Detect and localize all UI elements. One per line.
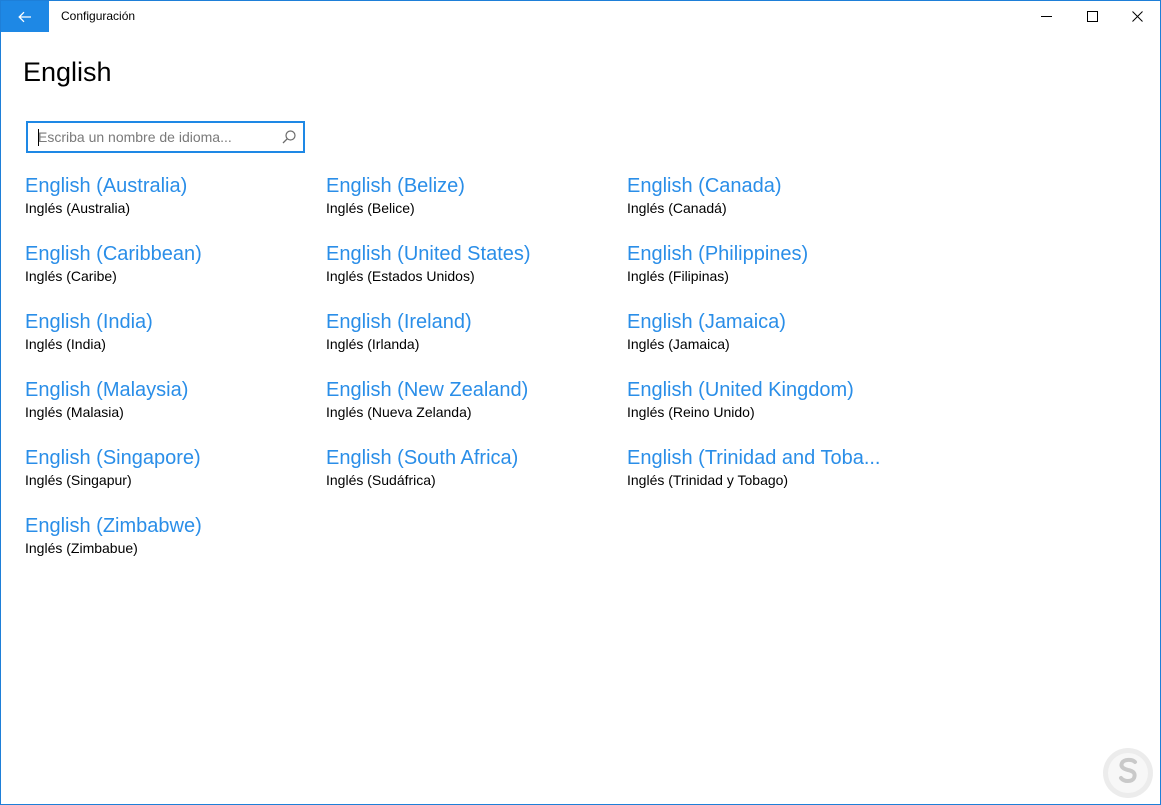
- language-name[interactable]: English (United Kingdom): [627, 377, 917, 403]
- language-name[interactable]: English (New Zealand): [326, 377, 616, 403]
- language-native-name: Inglés (Estados Unidos): [326, 268, 475, 284]
- language-item[interactable]: English (Caribbean) Inglés (Caribe): [25, 241, 315, 309]
- language-name[interactable]: English (United States): [326, 241, 616, 267]
- language-native-name: Inglés (Sudáfrica): [326, 472, 436, 488]
- language-native-name: Inglés (Trinidad y Tobago): [627, 472, 789, 488]
- language-name[interactable]: English (Philippines): [627, 241, 917, 267]
- language-item[interactable]: English (Malaysia) Inglés (Malasia): [25, 377, 315, 445]
- title-bar: Configuración: [1, 1, 1160, 32]
- minimize-button[interactable]: [1023, 1, 1069, 32]
- language-search-input[interactable]: [28, 123, 278, 151]
- language-native-name: Inglés (Singapur): [25, 472, 132, 488]
- page-title: English: [23, 57, 112, 87]
- language-name[interactable]: English (Australia): [25, 173, 315, 199]
- language-name[interactable]: English (India): [25, 309, 315, 335]
- language-native-name: Inglés (Zimbabue): [25, 540, 138, 556]
- close-button[interactable]: [1114, 1, 1160, 32]
- language-item[interactable]: English (New Zealand) Inglés (Nueva Zela…: [326, 377, 616, 445]
- search-icon[interactable]: [281, 129, 297, 145]
- language-native-name: Inglés (Malasia): [25, 404, 124, 420]
- language-item[interactable]: English (India) Inglés (India): [25, 309, 315, 377]
- settings-window: Configuración English English (Australi: [0, 0, 1161, 805]
- language-native-name: Inglés (Filipinas): [627, 268, 729, 284]
- language-native-name: Inglés (Belice): [326, 200, 415, 216]
- language-name[interactable]: English (Canada): [627, 173, 917, 199]
- language-native-name: Inglés (Australia): [25, 200, 131, 216]
- arrow-left-icon: [18, 11, 31, 22]
- language-list: English (Australia) Inglés (Australia) E…: [25, 173, 928, 581]
- language-item[interactable]: English (Canada) Inglés (Canadá): [627, 173, 917, 241]
- language-item[interactable]: English (Ireland) Inglés (Irlanda): [326, 309, 616, 377]
- watermark-logo-icon: [1103, 748, 1153, 798]
- language-item[interactable]: English (United Kingdom) Inglés (Reino U…: [627, 377, 917, 445]
- language-native-name: Inglés (India): [25, 336, 106, 352]
- minimize-icon: [1040, 16, 1052, 17]
- language-name[interactable]: English (Belize): [326, 173, 616, 199]
- language-native-name: Inglés (Canadá): [627, 200, 727, 216]
- language-name[interactable]: English (Jamaica): [627, 309, 917, 335]
- language-search-box[interactable]: [26, 121, 305, 153]
- language-item[interactable]: English (Singapore) Inglés (Singapur): [25, 445, 315, 513]
- language-item[interactable]: English (United States) Inglés (Estados …: [326, 241, 616, 309]
- language-item[interactable]: English (Belize) Inglés (Belice): [326, 173, 616, 241]
- language-item[interactable]: English (Zimbabwe) Inglés (Zimbabue): [25, 513, 315, 581]
- language-name[interactable]: English (Singapore): [25, 445, 315, 471]
- language-name[interactable]: English (Trinidad and Toba...: [627, 445, 917, 471]
- language-native-name: Inglés (Reino Unido): [627, 404, 755, 420]
- language-item[interactable]: English (Philippines) Inglés (Filipinas): [627, 241, 917, 309]
- text-caret: [38, 129, 39, 146]
- maximize-button[interactable]: [1069, 1, 1115, 32]
- close-icon: [1131, 11, 1143, 22]
- language-native-name: Inglés (Irlanda): [326, 336, 420, 352]
- language-item[interactable]: English (Trinidad and Toba... Inglés (Tr…: [627, 445, 917, 513]
- language-name[interactable]: English (Zimbabwe): [25, 513, 315, 539]
- maximize-icon: [1086, 11, 1098, 22]
- language-native-name: Inglés (Jamaica): [627, 336, 730, 352]
- language-item[interactable]: English (South Africa) Inglés (Sudáfrica…: [326, 445, 616, 513]
- language-name[interactable]: English (Malaysia): [25, 377, 315, 403]
- language-native-name: Inglés (Nueva Zelanda): [326, 404, 472, 420]
- language-item[interactable]: English (Australia) Inglés (Australia): [25, 173, 315, 241]
- language-name[interactable]: English (Caribbean): [25, 241, 315, 267]
- language-native-name: Inglés (Caribe): [25, 268, 117, 284]
- language-item[interactable]: English (Jamaica) Inglés (Jamaica): [627, 309, 917, 377]
- language-name[interactable]: English (Ireland): [326, 309, 616, 335]
- window-title: Configuración: [61, 9, 136, 23]
- back-button[interactable]: [1, 1, 49, 32]
- language-name[interactable]: English (South Africa): [326, 445, 616, 471]
